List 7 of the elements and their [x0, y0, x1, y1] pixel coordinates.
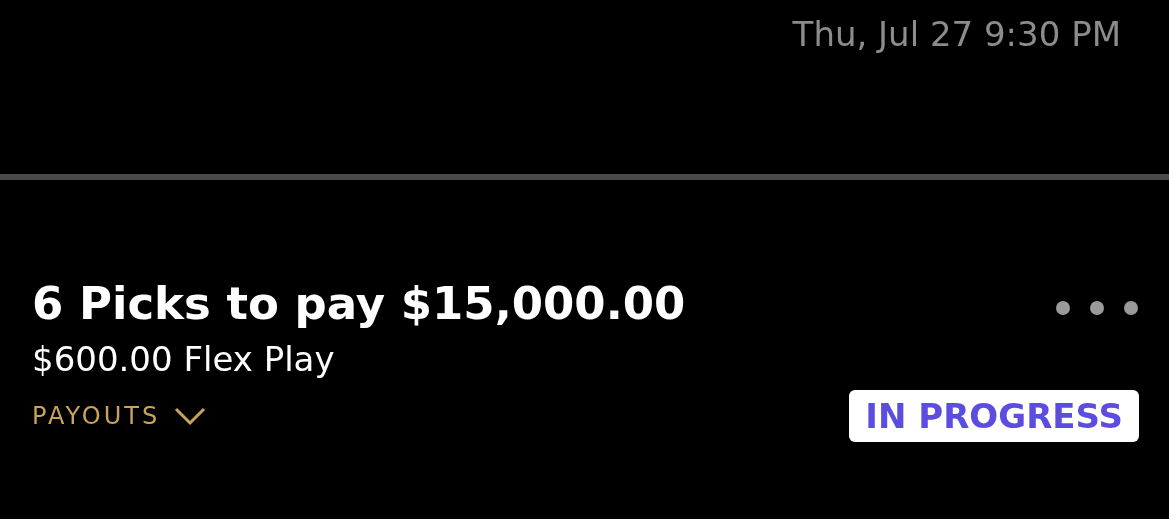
- date-time: Thu, Jul 27 9:30 PM: [792, 14, 1121, 54]
- entry-subtitle: $600.00 Flex Play: [32, 338, 336, 381]
- status-badge: IN PROGRESS: [849, 390, 1139, 442]
- more-options-icon[interactable]: [1055, 300, 1139, 316]
- payouts-toggle[interactable]: PAYOUTS: [32, 402, 207, 430]
- chevron-down-icon: [174, 406, 207, 426]
- entry-title: 6 Picks to pay $15,000.00: [32, 276, 686, 332]
